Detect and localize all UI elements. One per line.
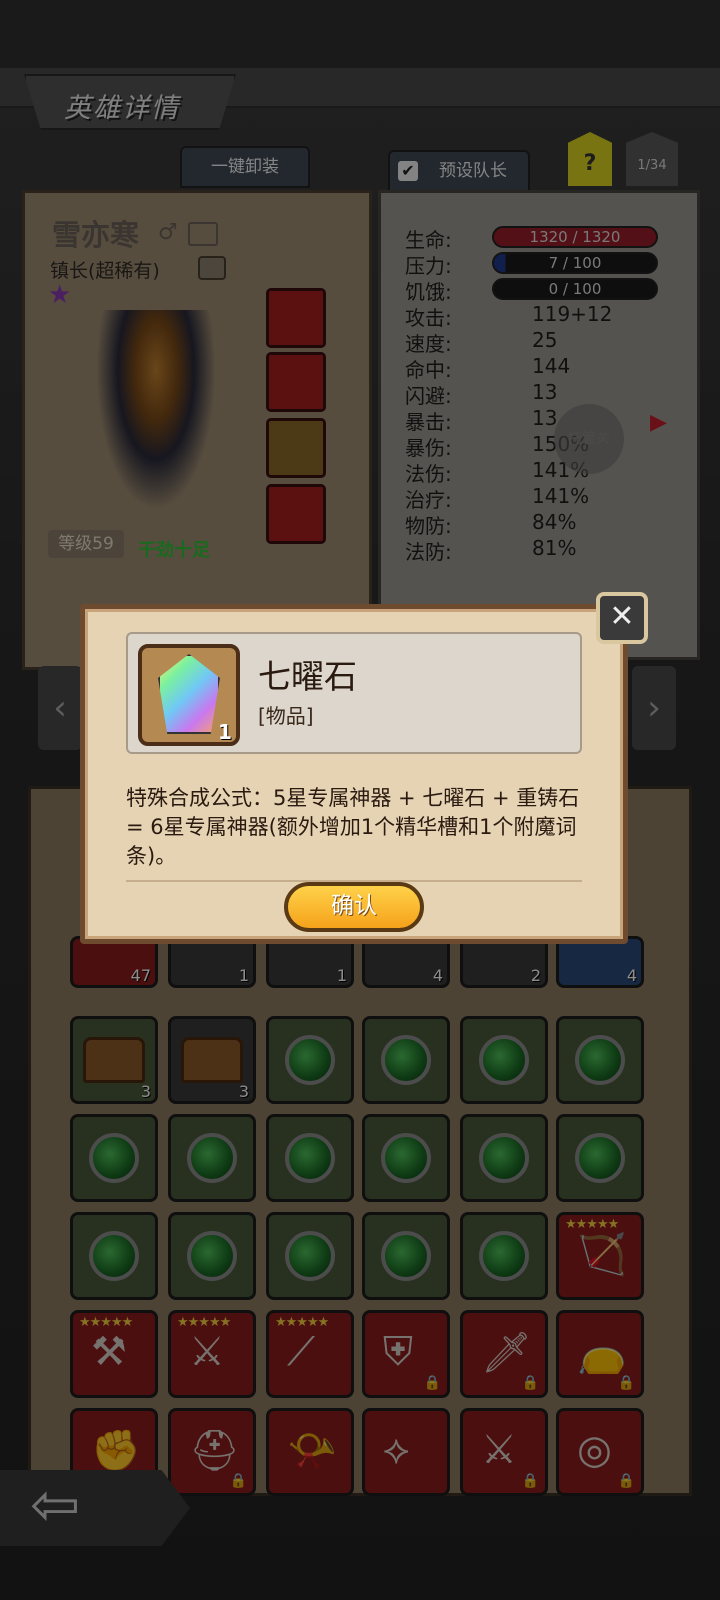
confirm-button[interactable]: 确认 — [284, 882, 424, 932]
close-icon: ✕ — [609, 599, 635, 634]
item-description: 特殊合成公式：5星专属神器 + 七曜石 + 重铸石 = 6星专属神器(额外增加1… — [126, 786, 580, 868]
item-count: 1 — [218, 720, 232, 744]
status-bar — [0, 0, 720, 68]
close-button[interactable]: ✕ — [596, 592, 648, 644]
item-name: 七曜石 — [258, 657, 357, 696]
item-type: [物品] — [258, 704, 314, 728]
